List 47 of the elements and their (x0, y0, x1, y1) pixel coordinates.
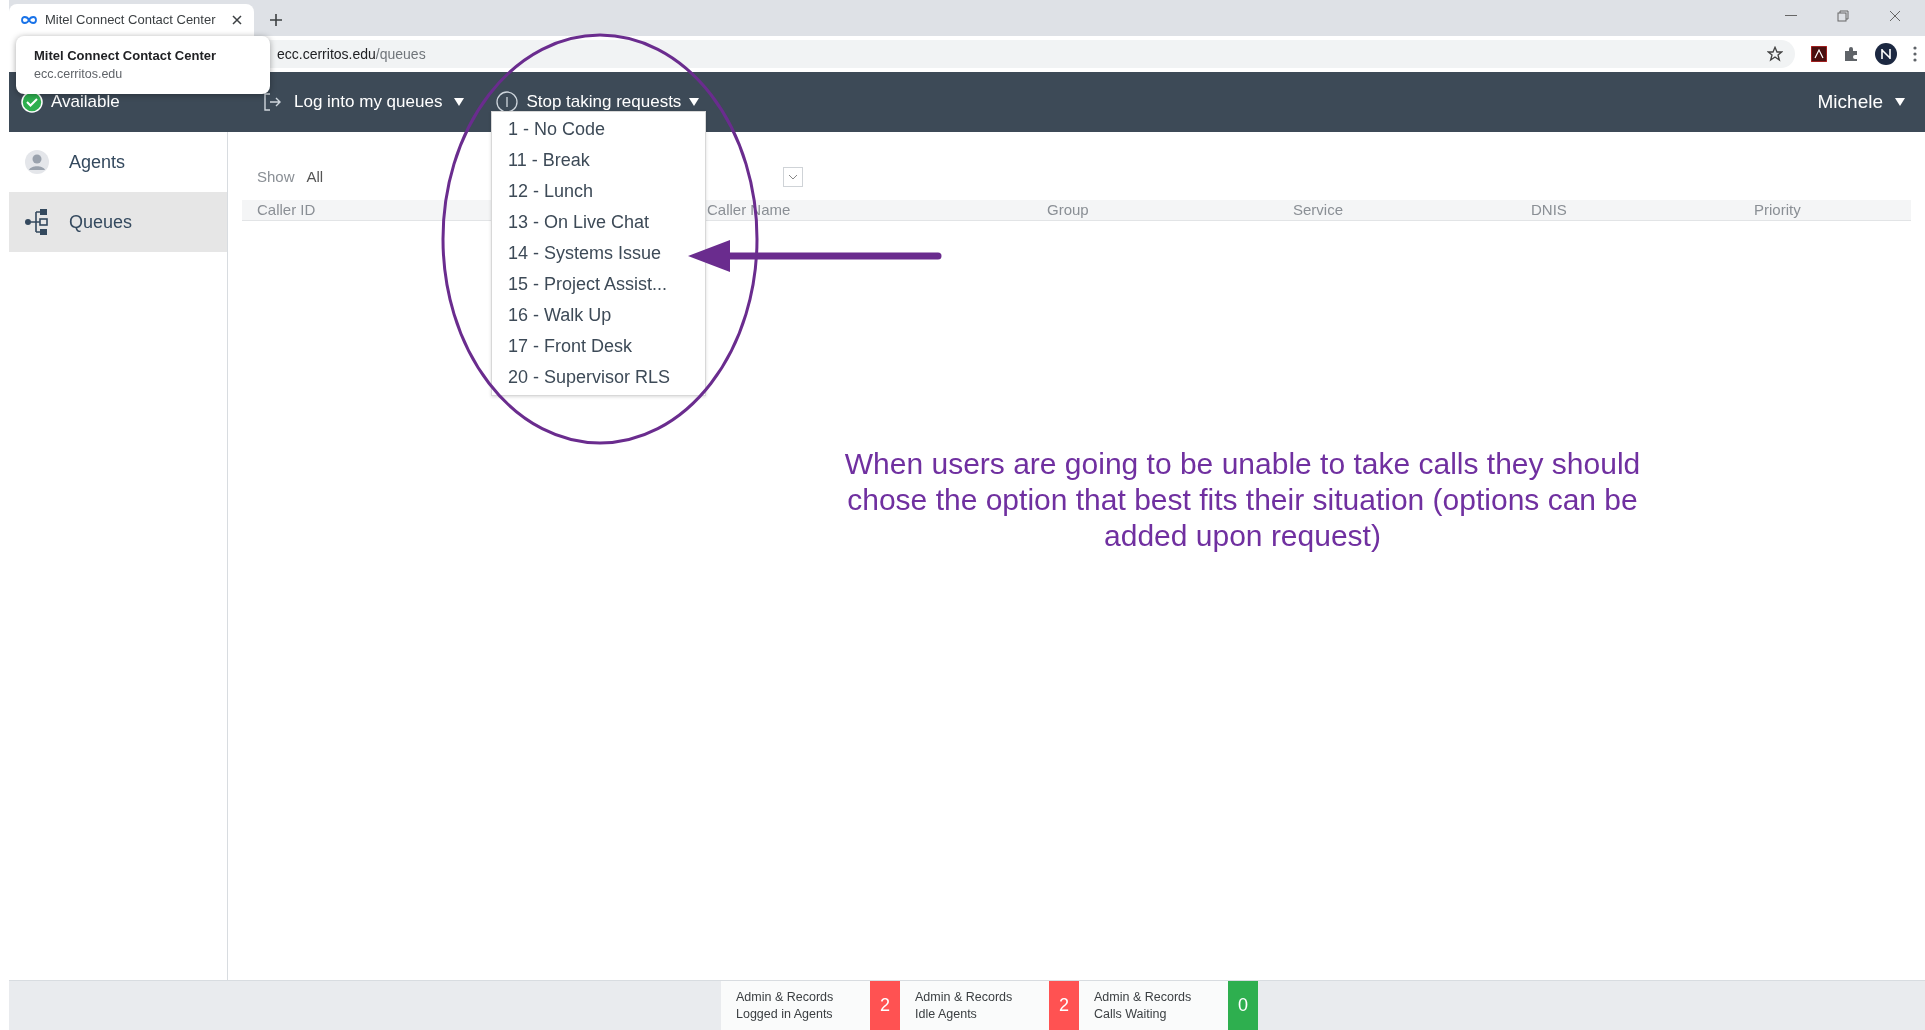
pdf-icon[interactable] (1811, 46, 1827, 62)
user-menu[interactable]: Michele (1817, 87, 1905, 117)
more-icon[interactable] (1913, 46, 1917, 62)
dropdown-item[interactable]: 16 - Walk Up (508, 300, 612, 331)
minimize-icon[interactable] (1785, 15, 1797, 17)
puzzle-icon[interactable] (1843, 46, 1859, 62)
tile-metric: Logged in Agents (736, 1005, 834, 1023)
tree-icon (25, 209, 49, 235)
tile-metric: Idle Agents (915, 1005, 978, 1023)
tile-group: Admin & Records (1094, 988, 1228, 1006)
close-icon[interactable] (1889, 10, 1901, 22)
filter-value[interactable]: All (306, 165, 324, 189)
tile-metric: Calls Waiting (1094, 1005, 1168, 1023)
stop-requests-button[interactable]: Stop taking requests (496, 89, 700, 115)
url-text: ecc.cerritos.edu/queues (277, 44, 427, 64)
browser-tab[interactable]: Mitel Connect Contact Center (9, 4, 254, 36)
dropdown-item[interactable]: 12 - Lunch (508, 176, 594, 207)
star-icon[interactable] (1767, 46, 1783, 62)
dropdown-item[interactable]: 15 - Project Assist... (508, 269, 668, 300)
sidebar-item[interactable]: Queues (9, 192, 227, 252)
dropdown-item[interactable]: 11 - Break (508, 145, 590, 176)
dropdown-item[interactable]: 20 - Supervisor RLS (508, 362, 671, 393)
login-icon (262, 92, 282, 112)
tile-group: Admin & Records (915, 988, 1049, 1006)
login-queues-button[interactable]: Log into my queues (262, 89, 465, 115)
dropdown-item[interactable]: 17 - Front Desk (508, 331, 633, 362)
count-badge: 2 (870, 981, 900, 1030)
annotation-text: When users are going to be unable to take calls they should chose the option that best fits their situation (options can be added upon request) (843, 446, 1642, 554)
dropdown-item[interactable]: 14 - Systems Issue (508, 238, 662, 269)
count-badge: 2 (1049, 981, 1079, 1030)
caret-icon (689, 98, 700, 106)
filter-label: Show (257, 166, 295, 187)
tooltip-host: ecc.cerritos.edu (34, 66, 124, 84)
restore-icon[interactable] (1837, 10, 1849, 22)
dropdown-item[interactable]: 13 - On Live Chat (508, 207, 650, 238)
person-icon (25, 150, 49, 174)
count-badge: 0 (1228, 981, 1258, 1030)
caret-icon (1895, 98, 1905, 106)
dropdown-item[interactable]: 1 - No Code (508, 114, 606, 145)
tile-group: Admin & Records (736, 988, 870, 1006)
chevron-icon (789, 174, 798, 180)
caret-icon (454, 98, 465, 106)
infinity-icon (21, 15, 37, 25)
tooltip-title: Mitel Connect Contact Center (34, 46, 217, 65)
close-icon[interactable] (232, 15, 242, 25)
new-tab-icon[interactable] (270, 14, 282, 26)
profile-avatar-icon[interactable] (1875, 43, 1897, 65)
